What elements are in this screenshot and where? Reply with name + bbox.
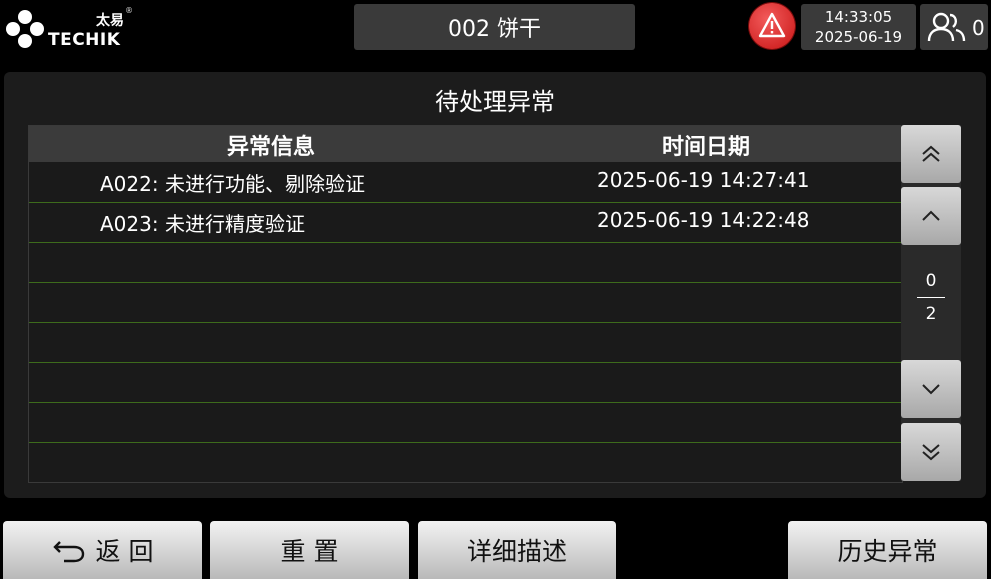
users-icon [927, 12, 966, 42]
back-button[interactable]: 返 回 [3, 521, 202, 579]
user-count: 0 [972, 16, 985, 40]
return-arrow-icon [52, 541, 84, 563]
warning-icon [758, 12, 786, 38]
back-button-label: 返 回 [95, 537, 154, 566]
history-button[interactable]: 历史异常 [788, 521, 987, 579]
registered-mark: ® [125, 6, 133, 15]
table-row[interactable]: A022: 未进行功能、剔除验证 2025-06-19 14:27:41 [29, 162, 902, 203]
alarm-info: A023: 未进行精度验证 [100, 212, 305, 236]
double-chevron-up-icon [922, 145, 940, 162]
panel-title: 待处理异常 [435, 88, 555, 116]
product-name: 002 饼干 [448, 17, 541, 42]
detail-button[interactable]: 详细描述 [418, 521, 616, 579]
last-page-button[interactable] [901, 423, 961, 481]
column-header-time: 时间日期 [662, 135, 751, 160]
brand-cn: 太易 [96, 13, 124, 29]
chevron-up-icon [922, 210, 940, 221]
clock-time: 14:33:05 [824, 8, 893, 26]
reset-button[interactable]: 重 置 [210, 521, 409, 579]
chevron-down-icon [922, 384, 940, 395]
table-header: 异常信息 时间日期 [29, 126, 902, 162]
table-row[interactable] [29, 402, 902, 443]
reset-button-label: 重 置 [280, 537, 339, 566]
page-total: 2 [925, 304, 937, 324]
column-header-info: 异常信息 [227, 135, 316, 160]
page-divider [917, 297, 945, 298]
alarm-time: 2025-06-19 14:27:41 [597, 168, 810, 192]
history-button-label: 历史异常 [837, 537, 938, 566]
clock-display: 14:33:05 2025-06-19 [801, 4, 916, 50]
alarm-table: 异常信息 时间日期 A022: 未进行功能、剔除验证 2025-06-19 14… [28, 125, 903, 483]
table-row[interactable] [29, 242, 902, 283]
techik-logo: 太易 ® TECHIK [4, 6, 134, 50]
pending-alarms-panel: 待处理异常 异常信息 时间日期 A022: 未进行功能、剔除验证 2025-06… [4, 72, 986, 498]
double-chevron-down-icon [922, 444, 940, 461]
alarm-button[interactable] [749, 3, 795, 49]
clock-date: 2025-06-19 [814, 28, 903, 46]
first-page-button[interactable] [901, 125, 961, 183]
page-down-button[interactable] [901, 360, 961, 418]
table-scroller: 0 2 [901, 125, 961, 481]
logo-mark-icon [6, 10, 44, 48]
alarm-info: A022: 未进行功能、剔除验证 [100, 172, 365, 196]
detail-button-label: 详细描述 [466, 537, 567, 566]
table-row[interactable] [29, 362, 902, 403]
product-name-display[interactable]: 002 饼干 [354, 4, 635, 50]
alarm-time: 2025-06-19 14:22:48 [597, 208, 810, 232]
brand-en: TECHIK [48, 30, 121, 50]
table-row[interactable] [29, 442, 902, 482]
user-button[interactable]: 0 [920, 4, 988, 50]
table-row[interactable] [29, 282, 902, 323]
table-row[interactable] [29, 322, 902, 363]
page-current: 0 [925, 271, 937, 291]
table-row[interactable]: A023: 未进行精度验证 2025-06-19 14:22:48 [29, 202, 902, 243]
page-indicator: 0 2 [901, 271, 961, 324]
page-up-button[interactable] [901, 187, 961, 245]
